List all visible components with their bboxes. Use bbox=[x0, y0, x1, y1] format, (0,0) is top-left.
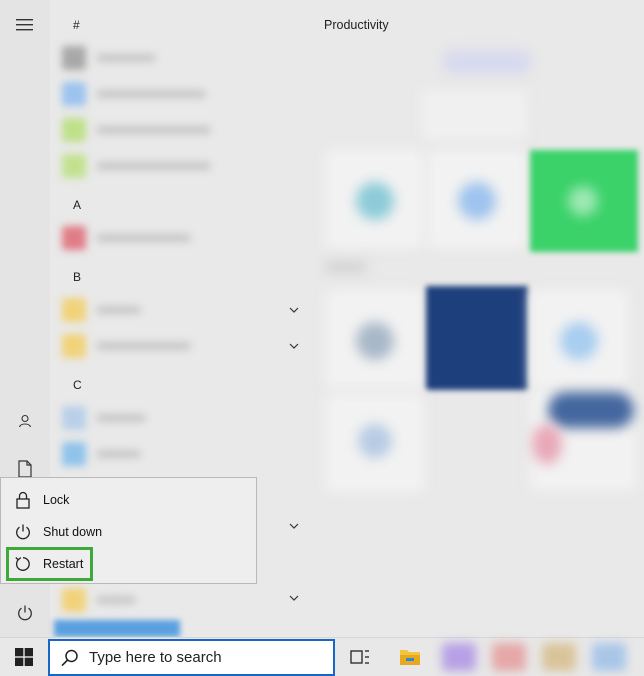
power-icon[interactable] bbox=[12, 600, 38, 626]
shut-down-menu-item[interactable]: Shut down bbox=[1, 517, 256, 547]
taskbar-search-box[interactable]: Type here to search bbox=[48, 639, 335, 676]
section-letter-hash[interactable]: # bbox=[73, 18, 80, 32]
taskbar-app[interactable] bbox=[442, 643, 476, 671]
tile-label bbox=[326, 262, 366, 272]
lock-label: Lock bbox=[43, 493, 70, 507]
list-item[interactable] bbox=[56, 42, 221, 72]
section-letter-a[interactable]: A bbox=[73, 198, 81, 212]
list-item[interactable] bbox=[56, 114, 221, 144]
list-item[interactable] bbox=[56, 330, 221, 360]
tile-icon bbox=[356, 322, 394, 360]
tile[interactable] bbox=[422, 90, 527, 140]
tile-image bbox=[548, 392, 634, 428]
section-letter-c[interactable]: C bbox=[73, 378, 82, 392]
tile[interactable] bbox=[442, 50, 532, 74]
tile-icon bbox=[458, 182, 496, 220]
search-icon bbox=[61, 649, 78, 666]
windows-logo-icon bbox=[15, 648, 33, 666]
list-item[interactable] bbox=[56, 222, 221, 252]
tile-icon bbox=[358, 424, 392, 458]
list-item[interactable] bbox=[56, 78, 221, 108]
chevron-down-icon[interactable] bbox=[288, 304, 300, 316]
list-item[interactable] bbox=[56, 150, 221, 180]
tile-image bbox=[532, 424, 562, 464]
tile-icon bbox=[560, 322, 598, 360]
list-item[interactable] bbox=[56, 584, 221, 614]
tile-icon bbox=[568, 186, 598, 216]
tile-area: Productivity bbox=[322, 0, 644, 637]
chevron-down-icon[interactable] bbox=[288, 340, 300, 352]
lock-menu-item[interactable]: Lock bbox=[1, 485, 256, 515]
start-button[interactable] bbox=[0, 638, 48, 676]
chevron-down-icon[interactable] bbox=[288, 592, 300, 604]
power-icon bbox=[12, 521, 34, 543]
list-item[interactable] bbox=[54, 620, 180, 637]
list-item[interactable] bbox=[56, 294, 221, 324]
list-item[interactable] bbox=[56, 402, 221, 432]
chevron-down-icon[interactable] bbox=[288, 520, 300, 532]
tile-group-title[interactable]: Productivity bbox=[324, 18, 389, 32]
taskbar: Type here to search bbox=[0, 637, 644, 676]
start-menu: # A B C Productivity Lock Shut down Rest… bbox=[0, 0, 644, 637]
tile-icon bbox=[356, 182, 394, 220]
tile[interactable] bbox=[426, 286, 528, 390]
power-menu: Lock Shut down Restart bbox=[0, 477, 257, 584]
file-explorer-icon[interactable] bbox=[398, 645, 422, 669]
taskbar-app[interactable] bbox=[592, 643, 626, 671]
task-view-icon[interactable] bbox=[348, 645, 372, 669]
restart-highlight-box bbox=[6, 547, 93, 581]
section-letter-b[interactable]: B bbox=[73, 270, 81, 284]
taskbar-app[interactable] bbox=[492, 643, 526, 671]
lock-icon bbox=[12, 489, 34, 511]
user-account-icon[interactable] bbox=[12, 408, 38, 434]
shut-down-label: Shut down bbox=[43, 525, 103, 539]
hamburger-menu-icon[interactable] bbox=[12, 12, 38, 38]
list-item[interactable] bbox=[56, 438, 221, 468]
taskbar-app[interactable] bbox=[542, 643, 576, 671]
search-placeholder: Type here to search bbox=[89, 649, 222, 666]
